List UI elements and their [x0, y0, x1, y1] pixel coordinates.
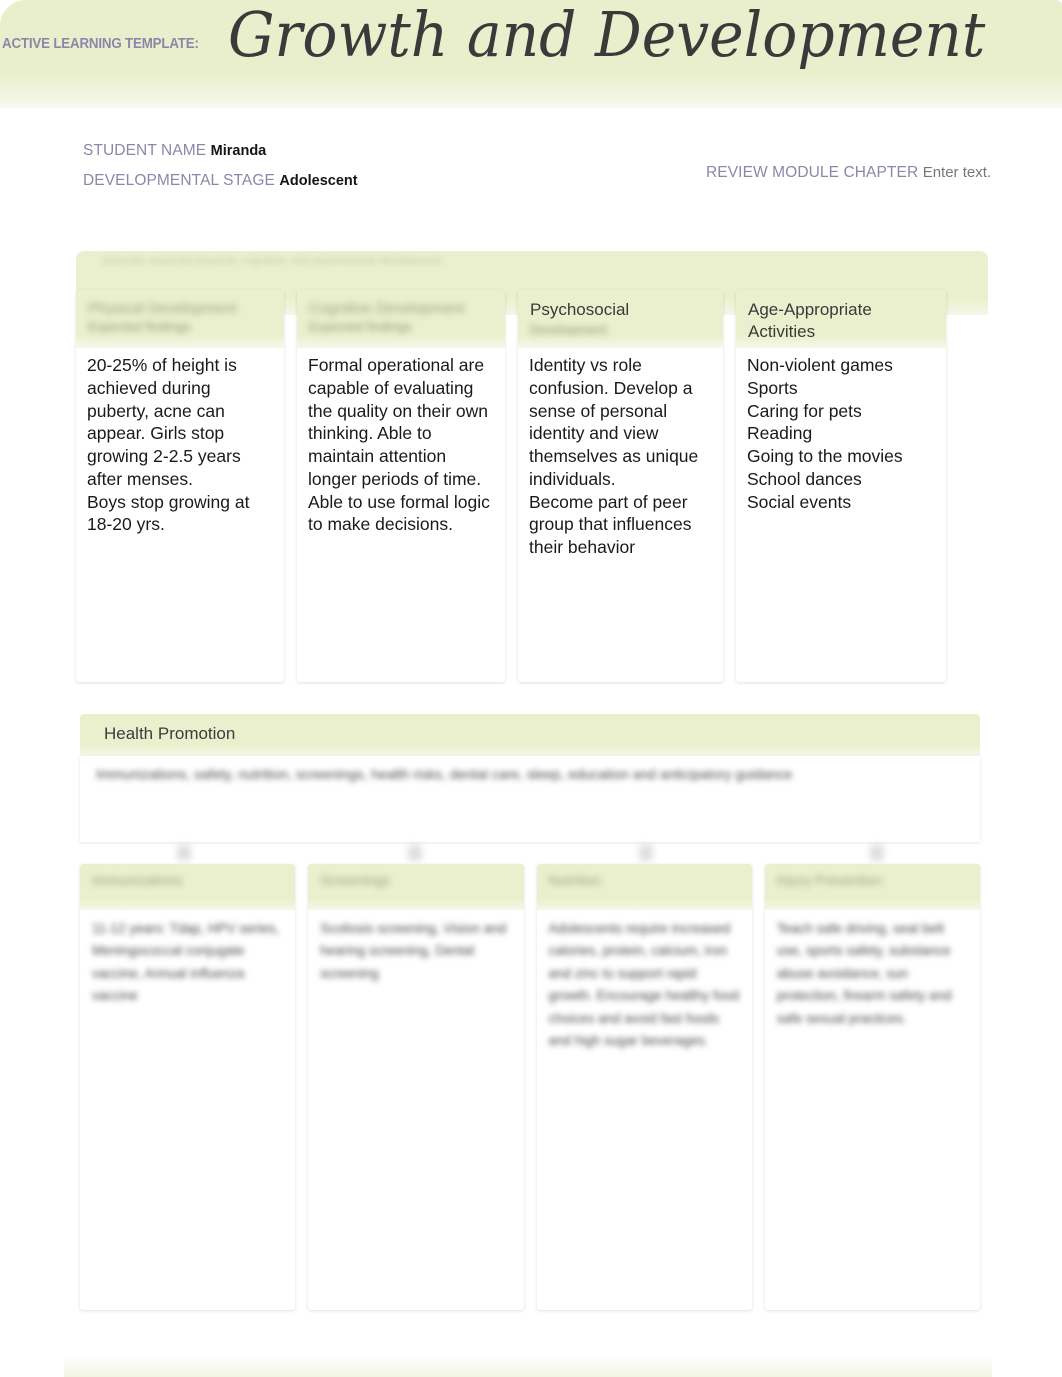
injury-prevention-card: Injury Prevention Teach safe driving, se…: [764, 864, 980, 1310]
development-columns: Physical Development Expected findings 2…: [76, 290, 988, 682]
immunizations-card: Immunizations 11-12 years: Tdap, HPV ser…: [80, 864, 296, 1310]
injury-prevention-body[interactable]: Teach safe driving, seat belt use, sport…: [765, 910, 980, 1038]
review-module-chapter-value[interactable]: Enter text.: [923, 164, 991, 181]
injury-prevention-title: Injury Prevention: [776, 872, 882, 888]
review-module-chapter-field[interactable]: REVIEW MODULE CHAPTER Enter text.: [706, 164, 991, 182]
nutrition-title: Nutrition: [548, 872, 601, 888]
developmental-stage-label: DEVELOPMENTAL STAGE: [83, 172, 275, 189]
age-appropriate-activities-card: Age-Appropriate Activities Non-violent g…: [736, 290, 946, 682]
physical-development-title: Physical Development: [88, 300, 237, 317]
psychosocial-title: Psychosocial: [530, 300, 630, 319]
page-title: Growth and Development: [228, 0, 986, 71]
student-name-label: STUDENT NAME: [83, 142, 207, 159]
immunizations-body[interactable]: 11-12 years: Tdap, HPV series, Meningoco…: [80, 910, 295, 1016]
student-name-value[interactable]: Miranda: [211, 143, 267, 159]
age-appropriate-activities-header: Age-Appropriate Activities: [736, 290, 946, 348]
student-name-field[interactable]: STUDENT NAME Miranda: [83, 142, 266, 160]
physical-development-card: Physical Development Expected findings 2…: [76, 290, 284, 682]
cognitive-development-card: Cognitive Development Expected findings …: [297, 290, 505, 682]
connector-tick-1: [177, 845, 191, 861]
page-footer-band: [64, 1356, 992, 1377]
cognitive-development-subtitle: Expected findings: [309, 319, 412, 335]
psychosocial-body[interactable]: Identity vs role confusion. Develop a se…: [518, 348, 723, 567]
age-appropriate-activities-title: Age-Appropriate Activities: [748, 300, 872, 341]
nutrition-header: Nutrition: [536, 864, 752, 910]
immunizations-title: Immunizations: [92, 872, 183, 888]
development-section-title: Describe expected physical, cognitive, a…: [102, 255, 442, 267]
physical-development-body[interactable]: 20-25% of height is achieved during pube…: [76, 348, 284, 544]
psychosocial-subtitle: Development: [530, 321, 607, 337]
screenings-title: Screenings: [320, 872, 391, 888]
psychosocial-header: Psychosocial Development: [518, 290, 723, 348]
psychosocial-card: Psychosocial Development Identity vs rol…: [518, 290, 723, 682]
screenings-header: Screenings: [308, 864, 524, 910]
health-promotion-title: Health Promotion: [104, 724, 236, 743]
physical-development-header: Physical Development Expected findings: [76, 290, 284, 348]
immunizations-header: Immunizations: [80, 864, 296, 910]
nutrition-body[interactable]: Adolescents require increased calories, …: [537, 910, 752, 1060]
screenings-body[interactable]: Scoliosis screening, Vision and hearing …: [308, 910, 523, 993]
nutrition-card: Nutrition Adolescents require increased …: [536, 864, 752, 1310]
banner-fade: [0, 108, 1062, 136]
injury-prevention-header: Injury Prevention: [764, 864, 980, 910]
health-promotion-body-card: Immunizations, safety, nutrition, screen…: [80, 756, 980, 842]
developmental-stage-field[interactable]: DEVELOPMENTAL STAGE Adolescent: [83, 172, 358, 190]
health-promotion-body-text[interactable]: Immunizations, safety, nutrition, screen…: [80, 756, 980, 793]
age-appropriate-activities-body[interactable]: Non-violent games Sports Caring for pets…: [736, 348, 946, 521]
physical-development-subtitle: Expected findings: [88, 319, 191, 335]
cognitive-development-body[interactable]: Formal operational are capable of evalua…: [297, 348, 505, 544]
review-module-chapter-label: REVIEW MODULE CHAPTER: [706, 164, 919, 181]
connector-tick-4: [870, 845, 884, 861]
developmental-stage-value[interactable]: Adolescent: [279, 173, 357, 189]
connector-tick-2: [408, 845, 422, 861]
connector-tick-3: [639, 845, 653, 861]
cognitive-development-title: Cognitive Development: [309, 300, 465, 317]
health-promotion-columns: Immunizations 11-12 years: Tdap, HPV ser…: [80, 864, 980, 1310]
active-learning-template-label: ACTIVE LEARNING TEMPLATE:: [2, 36, 199, 52]
cognitive-development-header: Cognitive Development Expected findings: [297, 290, 505, 348]
screenings-card: Screenings Scoliosis screening, Vision a…: [308, 864, 524, 1310]
health-promotion-band: Health Promotion: [80, 714, 980, 756]
